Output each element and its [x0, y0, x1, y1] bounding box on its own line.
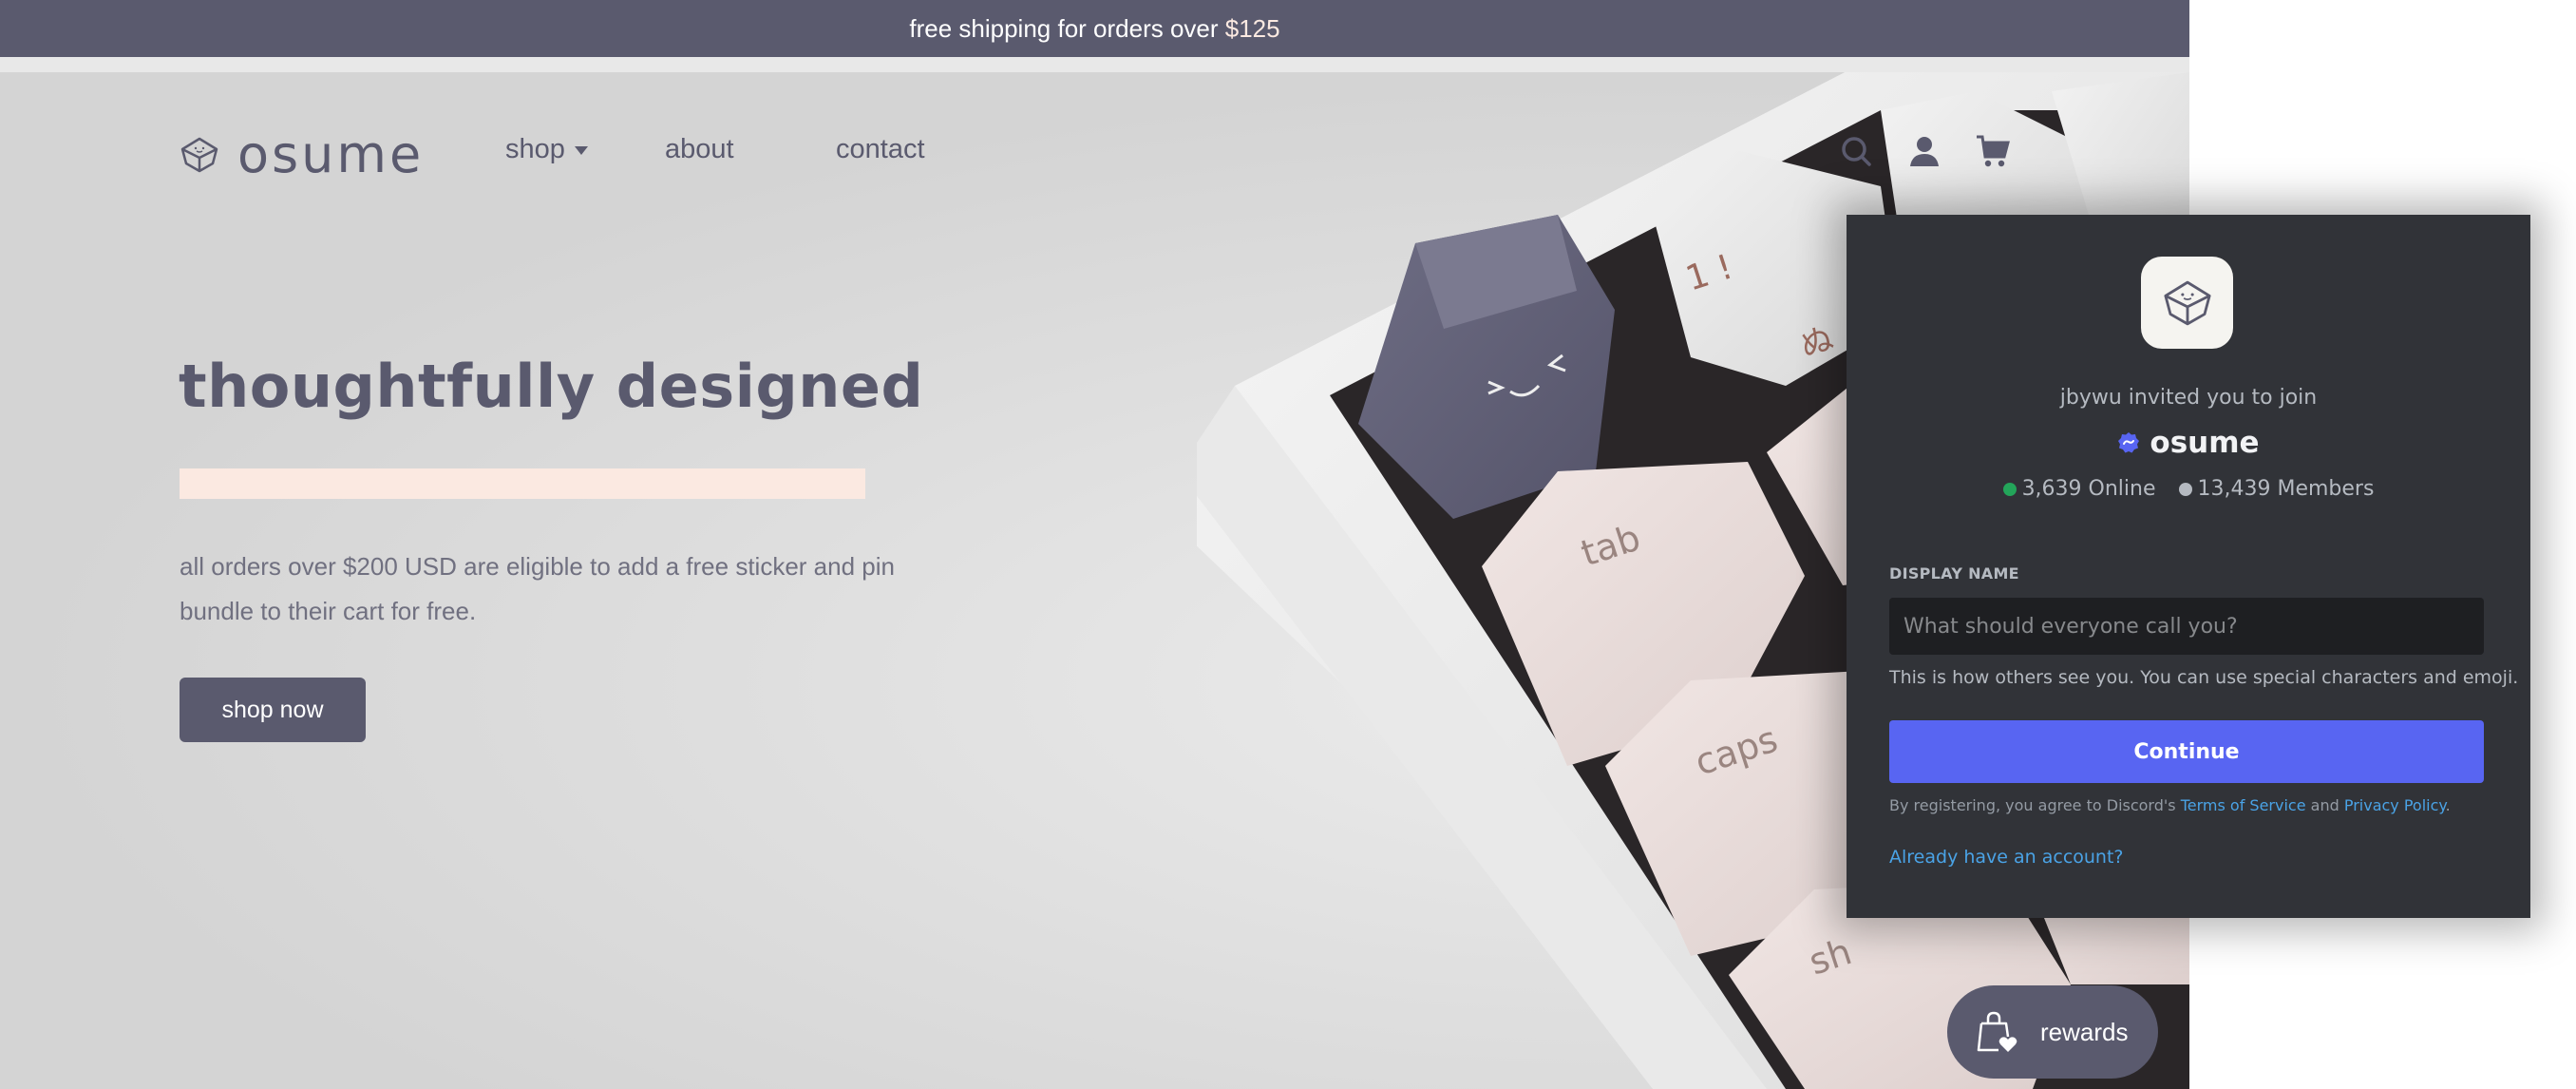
nav-item-shop[interactable]: shop	[505, 134, 665, 165]
logo-wordmark: osume	[237, 124, 425, 184]
hero-description: all orders over $200 USD are eligible to…	[180, 552, 895, 625]
nav-label-shop: shop	[505, 134, 565, 164]
privacy-link[interactable]: Privacy Policy	[2344, 796, 2446, 814]
members-dot-icon	[2178, 482, 2192, 496]
header-divider	[0, 57, 2189, 72]
account-icon[interactable]	[1907, 134, 1941, 168]
caret-down-icon	[574, 146, 588, 155]
display-name-label: DISPLAY NAME	[1889, 564, 2019, 583]
member-count: 13,439 Members	[2197, 477, 2375, 501]
site-logo[interactable]: osume	[179, 129, 424, 181]
login-link[interactable]: Already have an account?	[1889, 847, 2124, 868]
shop-now-button[interactable]: shop now	[180, 678, 366, 742]
announcement-text: free shipping for orders over	[909, 13, 1225, 43]
server-avatar	[2141, 257, 2233, 349]
keycap-logo-icon	[180, 137, 218, 173]
legal-text: By registering, you agree to Discord's T…	[1889, 796, 2451, 814]
display-name-input[interactable]	[1889, 598, 2484, 655]
cart-icon[interactable]	[1976, 134, 2010, 168]
continue-button[interactable]: Continue	[1889, 720, 2484, 783]
invite-text: jbywu invited you to join	[2059, 386, 2318, 410]
verified-partner-badge-icon	[2118, 432, 2140, 453]
announcement-amount: $125	[1224, 13, 1280, 43]
nav-label-contact: contact	[836, 134, 925, 164]
search-icon[interactable]	[1839, 134, 1873, 168]
rewards-label: rewards	[2040, 1017, 2129, 1046]
main-nav: shop about contact	[505, 134, 925, 165]
header-icons	[1839, 134, 2010, 168]
announcement-bar: free shipping for orders over $125	[0, 0, 2189, 57]
online-stat: 3,639 Online	[2002, 477, 2156, 501]
keycap-logo-icon	[2163, 280, 2211, 325]
online-dot-icon	[2002, 482, 2017, 496]
server-stats: 3,639 Online 13,439 Members	[1847, 477, 2530, 501]
shopping-bag-heart-icon	[1977, 1011, 2017, 1052]
accent-bar	[180, 468, 865, 499]
legal-and: and	[2305, 796, 2344, 814]
legal-suffix: .	[2445, 796, 2451, 814]
members-stat: 13,439 Members	[2178, 477, 2375, 501]
nav-item-about[interactable]: about	[665, 134, 760, 165]
nav-item-contact[interactable]: contact	[836, 134, 925, 165]
legal-prefix: By registering, you agree to Discord's	[1889, 796, 2181, 814]
nav-label-about: about	[665, 134, 734, 164]
rewards-button[interactable]: rewards	[1947, 985, 2158, 1079]
hero-headline: thoughtfully designed	[179, 352, 924, 421]
terms-link[interactable]: Terms of Service	[2181, 796, 2306, 814]
discord-invite-modal: jbywu invited you to join osume 3,639 On…	[1847, 215, 2530, 918]
server-title: osume	[1847, 426, 2530, 460]
server-name: osume	[2150, 426, 2260, 460]
online-count: 3,639 Online	[2021, 477, 2156, 501]
display-name-help: This is how others see you. You can use …	[1889, 667, 2519, 688]
